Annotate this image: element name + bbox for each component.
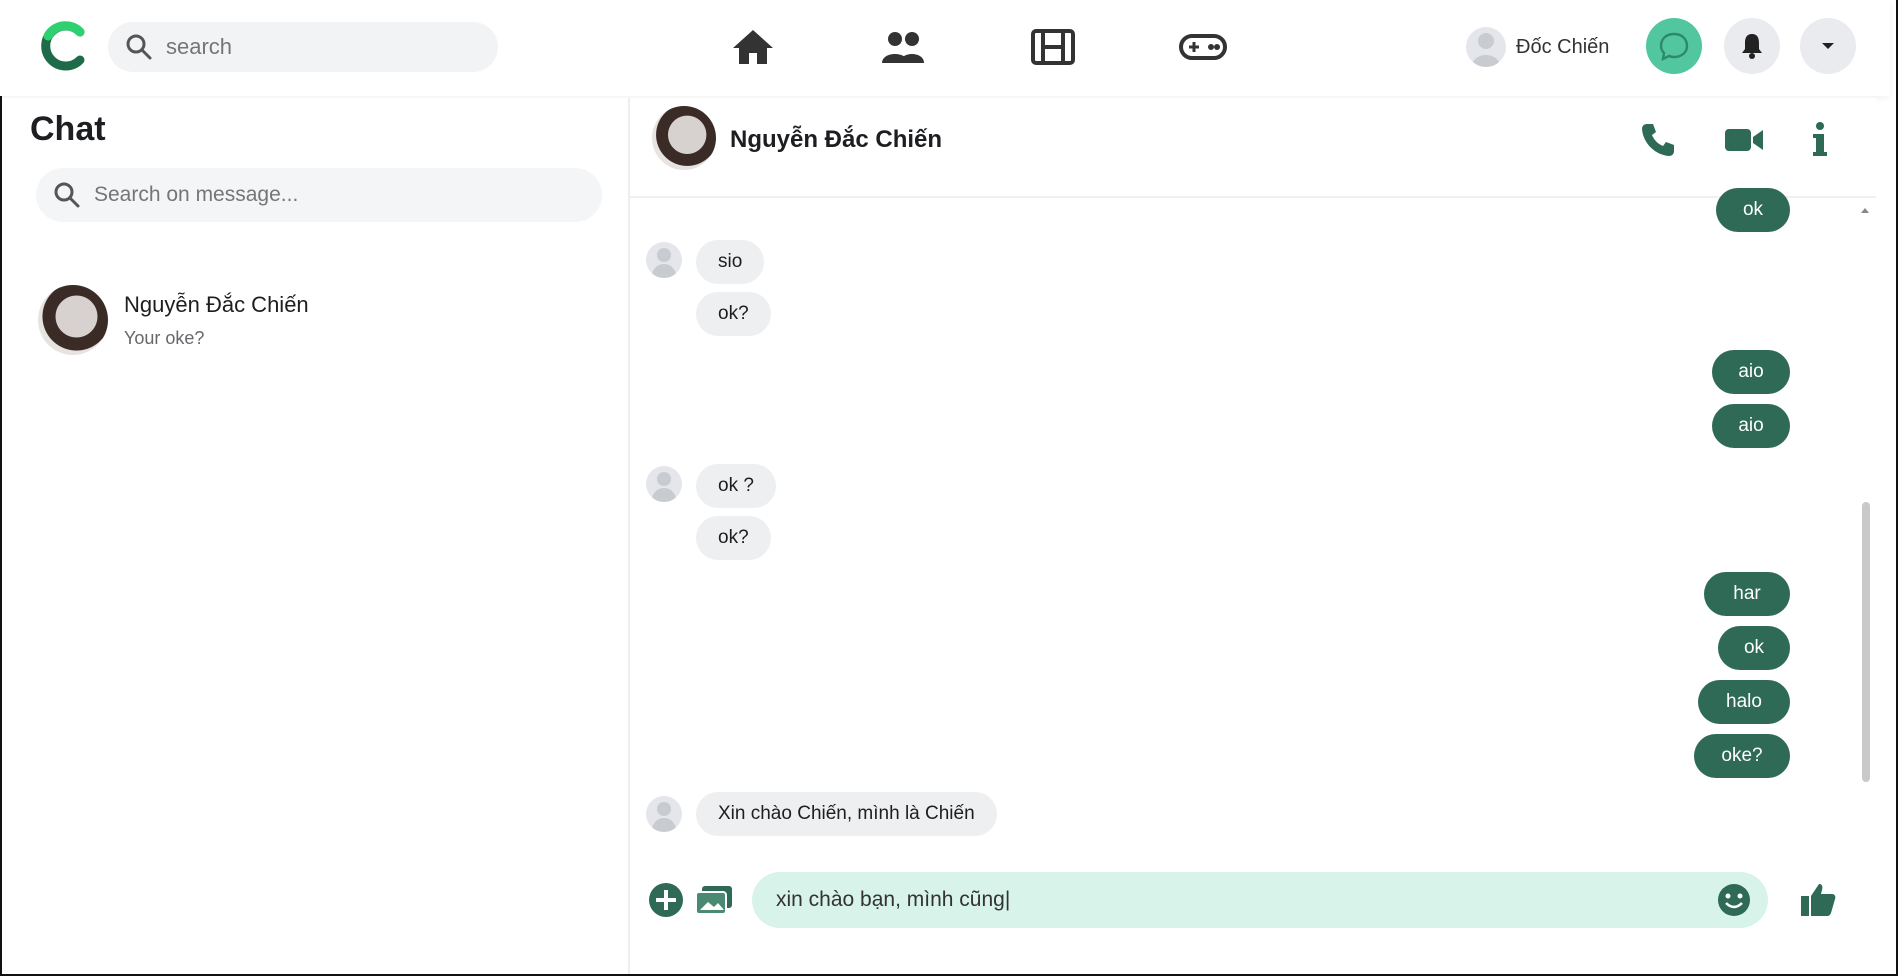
contact-avatar[interactable] (652, 106, 716, 170)
message-composer (630, 864, 1876, 934)
bell-icon (1742, 34, 1762, 59)
global-search[interactable] (108, 22, 498, 72)
outgoing-message[interactable]: halo (1698, 680, 1790, 724)
contact-name[interactable]: Nguyễn Đắc Chiến (730, 126, 942, 154)
avatar (1466, 27, 1506, 67)
scroll-up-icon[interactable] (1858, 205, 1872, 215)
avatar (38, 285, 108, 355)
incoming-message[interactable]: Xin chào Chiến, mình là Chiến (696, 792, 997, 836)
search-icon (54, 182, 80, 208)
message-search[interactable] (36, 168, 602, 222)
message-search-input[interactable] (92, 182, 576, 208)
message-list[interactable]: ok sio ok? aio aio ok ? ok? har ok halo … (630, 188, 1870, 838)
user-profile-chip[interactable]: Đốc Chiến (1466, 22, 1609, 72)
video-call-icon[interactable] (1722, 118, 1766, 162)
conversation-name: Nguyễn Đắc Chiến (124, 291, 309, 317)
message-scrollbar[interactable] (1858, 202, 1872, 832)
conversation-snippet: Your oke? (124, 327, 205, 348)
message-input[interactable] (774, 887, 1678, 913)
user-name: Đốc Chiến (1516, 35, 1610, 58)
message-input-wrapper[interactable] (752, 872, 1768, 928)
sender-avatar (646, 796, 682, 832)
gaming-icon[interactable] (1178, 22, 1228, 72)
add-icon[interactable] (644, 878, 688, 922)
chat-header: Nguyễn Đắc Chiến (630, 98, 1876, 198)
notifications-button[interactable] (1724, 18, 1780, 74)
caret-down-icon (1822, 43, 1834, 49)
sidebar-title: Chat (30, 110, 106, 148)
chat-sidebar: Chat Nguyễn Đắc Chiến Your oke? (2, 98, 630, 974)
emoji-icon[interactable] (1716, 882, 1752, 918)
scrollbar-thumb[interactable] (1862, 502, 1870, 782)
sender-avatar (646, 242, 682, 278)
chat-window: Nguyễn Đắc Chiến ok sio ok? aio aio ok ?… (630, 98, 1876, 974)
outgoing-message[interactable]: har (1704, 572, 1790, 616)
incoming-message[interactable]: sio (696, 240, 765, 284)
outgoing-message[interactable]: oke? (1694, 734, 1790, 778)
global-search-input[interactable] (164, 33, 468, 61)
sender-avatar (646, 466, 682, 502)
incoming-message[interactable]: ok ? (696, 464, 776, 508)
like-icon[interactable] (1796, 878, 1840, 922)
video-icon[interactable] (1028, 22, 1078, 72)
info-icon[interactable] (1798, 118, 1842, 162)
home-icon[interactable] (728, 22, 778, 72)
incoming-message[interactable]: ok? (696, 516, 771, 560)
top-navbar: Đốc Chiến (0, 0, 1890, 96)
outgoing-message[interactable]: ok (1716, 188, 1790, 232)
image-icon[interactable] (692, 878, 736, 922)
app-logo-icon[interactable] (36, 18, 92, 74)
chat-bubble-icon (1659, 32, 1689, 62)
search-icon (126, 34, 152, 60)
conversation-item[interactable]: Nguyễn Đắc Chiến Your oke? (38, 282, 598, 358)
incoming-message[interactable]: ok? (696, 292, 771, 336)
phone-icon[interactable] (1636, 118, 1680, 162)
outgoing-message[interactable]: aio (1712, 350, 1790, 394)
friends-icon[interactable] (878, 22, 928, 72)
account-menu-button[interactable] (1800, 18, 1856, 74)
outgoing-message[interactable]: ok (1718, 626, 1790, 670)
outgoing-message[interactable]: aio (1712, 404, 1790, 448)
messenger-button[interactable] (1646, 18, 1702, 74)
